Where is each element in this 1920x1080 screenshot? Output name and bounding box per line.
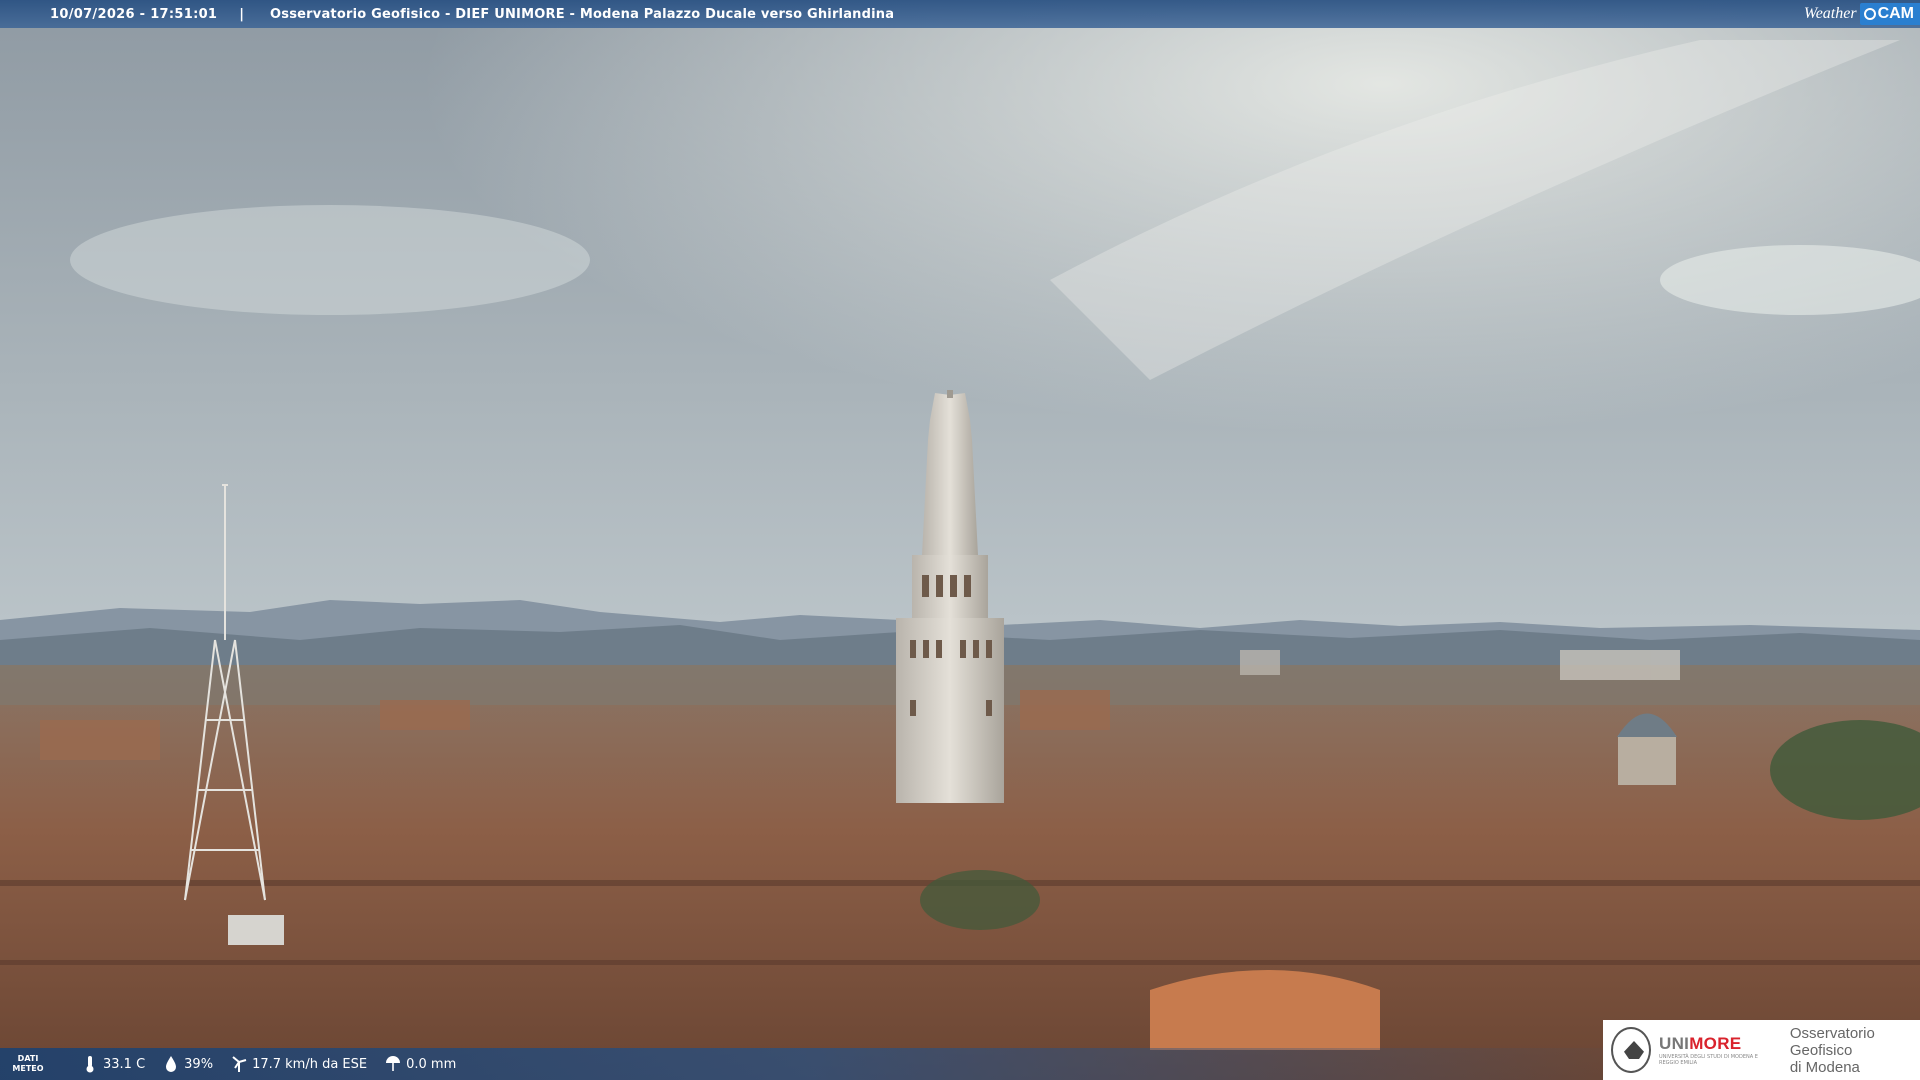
unimore-wordmark: UNIMORE UNIVERSITÀ DEGLI STUDI DI MODENA… (1659, 1034, 1778, 1066)
weather-data-label-line2: METEO (12, 1064, 44, 1073)
camera-lens-icon (1863, 7, 1876, 20)
timestamp: 10/07/2026 - 17:51:01 (50, 6, 218, 22)
droplet-icon (166, 1056, 177, 1072)
weather-data-bar: DATI METEO 33.1 C 39% 17.7 km/h da ESE 0… (0, 1048, 1610, 1080)
weather-data-label: DATI METEO (0, 1054, 56, 1074)
unimore-prefix: UNI (1659, 1034, 1690, 1053)
unimore-name: UNIMORE (1659, 1034, 1778, 1054)
wind-turbine-icon (232, 1056, 247, 1072)
header-bar: 10/07/2026 - 17:51:01 | Osservatorio Geo… (0, 0, 1920, 28)
observatory-line1: Osservatorio Geofisico (1789, 1024, 1875, 1059)
webcam-image (0, 0, 1920, 1080)
observatory-line2: di Modena (1789, 1058, 1860, 1076)
umbrella-icon (386, 1056, 401, 1071)
humidity-metric: 39% (163, 1055, 213, 1073)
unimore-suffix: MORE (1689, 1034, 1742, 1053)
temperature-value: 33.1 C (103, 1056, 146, 1072)
rain-value: 0.0 mm (406, 1056, 457, 1072)
temperature-metric: 33.1 C (82, 1055, 145, 1073)
wind-value: 17.7 km/h da ESE (252, 1056, 368, 1072)
wind-metric: 17.7 km/h da ESE (231, 1055, 367, 1073)
humidity-value: 39% (184, 1056, 214, 1072)
brand-cam-badge: CAM (1859, 3, 1920, 25)
weathercam-logo: Weather CAM (1804, 0, 1920, 28)
camera-title: Osservatorio Geofisico - DIEF UNIMORE - … (270, 6, 895, 22)
brand-weather: Weather (1803, 5, 1857, 22)
unimore-subtitle: UNIVERSITÀ DEGLI STUDI DI MODENA E REGGI… (1659, 1054, 1758, 1066)
rain-metric: 0.0 mm (385, 1055, 456, 1073)
university-seal-icon (1611, 1027, 1652, 1073)
brand-cam: CAM (1877, 5, 1914, 22)
observatory-name: Osservatorio Geofisico di Modena (1790, 1025, 1920, 1076)
unimore-observatory-logo: UNIMORE UNIVERSITÀ DEGLI STUDI DI MODENA… (1603, 1020, 1920, 1080)
weather-data-label-line1: DATI (17, 1054, 39, 1063)
thermometer-icon (86, 1056, 94, 1073)
header-separator: | (239, 6, 245, 22)
